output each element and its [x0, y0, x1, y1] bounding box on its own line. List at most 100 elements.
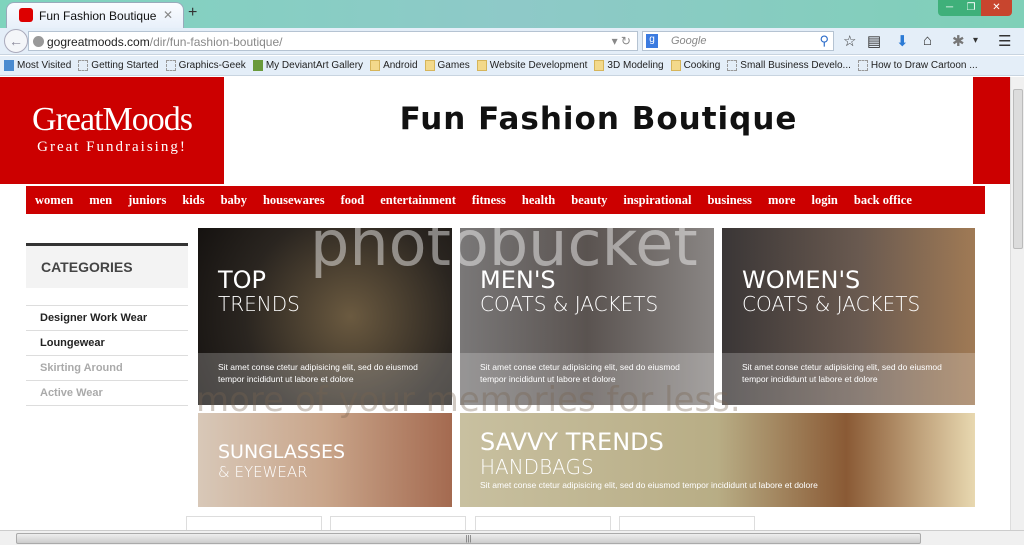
- bookmark-label: Graphics-Geek: [178, 60, 246, 71]
- menu-item-entertainment[interactable]: entertainment: [380, 193, 456, 208]
- menu-item-inspirational[interactable]: inspirational: [623, 193, 691, 208]
- bookmark-label: My DeviantArt Gallery: [265, 60, 364, 71]
- tile-caption: Sit amet conse ctetur adipisicing elit, …: [480, 480, 818, 490]
- search-icon[interactable]: ⚲: [819, 33, 829, 49]
- tile-mens-coats[interactable]: MEN'S COATS & JACKETS Sit amet conse cte…: [460, 228, 714, 405]
- bookmark-star-icon[interactable]: ☆: [843, 32, 856, 50]
- home-icon[interactable]: ⌂: [923, 32, 932, 49]
- menu-item-baby[interactable]: baby: [221, 193, 247, 208]
- menu-item-men[interactable]: men: [89, 193, 112, 208]
- category-item[interactable]: Active Wear: [26, 381, 188, 406]
- close-window-button[interactable]: ✕: [981, 0, 1012, 16]
- menu-item-juniors[interactable]: juniors: [128, 193, 166, 208]
- tile-sunglasses[interactable]: SUNGLASSES & EYEWEAR: [198, 413, 452, 507]
- menu-icon[interactable]: ☰: [998, 32, 1011, 50]
- menu-item-more[interactable]: more: [768, 193, 796, 208]
- menu-item-beauty[interactable]: beauty: [571, 193, 607, 208]
- restore-button[interactable]: ❐: [961, 0, 981, 16]
- bookmark-label: Android: [383, 60, 418, 71]
- new-tab-button[interactable]: +: [188, 4, 197, 22]
- tile-title: TOP: [218, 266, 267, 294]
- tab-fun-fashion-boutique[interactable]: Fun Fashion Boutique ✕: [6, 2, 184, 28]
- logo-name: GreatMoods: [32, 101, 193, 138]
- bookmark-item[interactable]: Cooking: [670, 60, 720, 71]
- bookmark-item[interactable]: Android: [370, 60, 418, 71]
- window-controls: ─ ❐ ✕: [938, 0, 1012, 16]
- folder-icon: [370, 60, 381, 71]
- tile-caption: Sit amet conse ctetur adipisicing elit, …: [198, 353, 452, 405]
- menu-item-health[interactable]: health: [522, 193, 555, 208]
- tile-caption: Sit amet conse ctetur adipisicing elit, …: [460, 353, 714, 405]
- bookmark-item[interactable]: 3D Modeling: [594, 60, 664, 71]
- menu-item-housewares[interactable]: housewares: [263, 193, 325, 208]
- bookmarks-menu-icon[interactable]: ▤: [867, 32, 881, 50]
- bookmark-label: Getting Started: [91, 60, 159, 71]
- search-input[interactable]: g Google ⚲: [642, 31, 834, 51]
- bookmark-item[interactable]: Most Visited: [4, 60, 71, 71]
- categories-sidebar: CATEGORIES Designer Work Wear Loungewear S…: [26, 243, 188, 406]
- tile-subtitle: COATS & JACKETS: [742, 292, 921, 316]
- product-box[interactable]: [475, 516, 611, 530]
- tile-caption: Sit amet conse ctetur adipisicing elit, …: [722, 353, 975, 405]
- tile-title: SUNGLASSES: [218, 441, 346, 463]
- horizontal-scrollbar[interactable]: |||: [0, 530, 1024, 545]
- scrollbar-thumb[interactable]: [1013, 89, 1023, 249]
- menu-item-women[interactable]: women: [35, 193, 73, 208]
- site-title: Fun Fashion Boutique: [399, 101, 798, 137]
- download-icon[interactable]: ⬇: [896, 32, 909, 50]
- greatmoods-logo[interactable]: GreatMoods Great Fundraising!: [0, 77, 224, 184]
- category-item[interactable]: Skirting Around: [26, 356, 188, 381]
- menu-item-business[interactable]: business: [707, 193, 751, 208]
- tile-title: WOMEN'S: [742, 266, 861, 294]
- logo-tagline: Great Fundraising!: [37, 139, 187, 155]
- tab-bar: Fun Fashion Boutique ✕ + ─ ❐ ✕: [0, 0, 1024, 28]
- product-box[interactable]: [186, 516, 322, 530]
- close-tab-icon[interactable]: ✕: [163, 8, 173, 22]
- menu-item-login[interactable]: login: [811, 193, 837, 208]
- product-box[interactable]: [330, 516, 466, 530]
- bookmark-item[interactable]: Games: [424, 60, 470, 71]
- page-icon: [727, 60, 738, 71]
- page-icon: [78, 60, 89, 71]
- tile-title: MEN'S: [480, 266, 556, 294]
- folder-icon: [424, 60, 435, 71]
- bookmark-item[interactable]: How to Draw Cartoon ...: [857, 60, 978, 71]
- menu-item-kids[interactable]: kids: [182, 193, 204, 208]
- menu-item-back-office[interactable]: back office: [854, 193, 912, 208]
- folder-icon: [476, 60, 487, 71]
- dropdown-icon[interactable]: ▾: [973, 35, 978, 46]
- menu-item-food[interactable]: food: [341, 193, 365, 208]
- url-bar[interactable]: gogreatmoods.com/dir/fun-fashion-boutiqu…: [28, 31, 638, 51]
- page-icon: [165, 60, 176, 71]
- minimize-button[interactable]: ─: [938, 0, 961, 16]
- search-placeholder: Google: [671, 35, 707, 47]
- bookmark-label: Website Development: [489, 60, 588, 71]
- extension-icon[interactable]: ✱: [952, 32, 965, 50]
- product-box[interactable]: [619, 516, 755, 530]
- bookmark-label: How to Draw Cartoon ...: [870, 60, 978, 71]
- tile-handbags[interactable]: SAVVY TRENDS HANDBAGS Sit amet conse cte…: [460, 413, 975, 507]
- url-domain: gogreatmoods.com: [47, 35, 150, 49]
- bookmark-label: 3D Modeling: [607, 60, 664, 71]
- bookmark-label: Small Business Develo...: [740, 60, 851, 71]
- tab-title: Fun Fashion Boutique: [39, 9, 157, 23]
- vertical-scrollbar[interactable]: [1010, 77, 1024, 530]
- google-engine-icon[interactable]: g: [646, 34, 658, 48]
- menu-item-fitness[interactable]: fitness: [472, 193, 506, 208]
- navigation-toolbar: ← gogreatmoods.com/dir/fun-fashion-bouti…: [0, 28, 1024, 55]
- category-item[interactable]: Loungewear: [26, 331, 188, 356]
- category-item[interactable]: Designer Work Wear: [26, 306, 188, 331]
- bookmark-item[interactable]: Website Development: [476, 60, 588, 71]
- tile-womens-coats[interactable]: WOMEN'S COATS & JACKETS Sit amet conse c…: [722, 228, 975, 405]
- categories-heading: CATEGORIES: [26, 246, 188, 288]
- folder-icon: [670, 60, 681, 71]
- back-button[interactable]: ←: [4, 29, 28, 53]
- deviantart-icon: [252, 60, 263, 71]
- bookmark-item[interactable]: Graphics-Geek: [165, 60, 246, 71]
- bookmark-item[interactable]: My DeviantArt Gallery: [252, 60, 364, 71]
- scrollbar-thumb[interactable]: |||: [16, 533, 921, 544]
- bookmark-item[interactable]: Getting Started: [78, 60, 159, 71]
- tile-top-trends[interactable]: TOP TRENDS Sit amet conse ctetur adipisi…: [198, 228, 452, 405]
- reload-icon[interactable]: ▾ ↻: [612, 34, 631, 48]
- bookmark-item[interactable]: Small Business Develo...: [727, 60, 851, 71]
